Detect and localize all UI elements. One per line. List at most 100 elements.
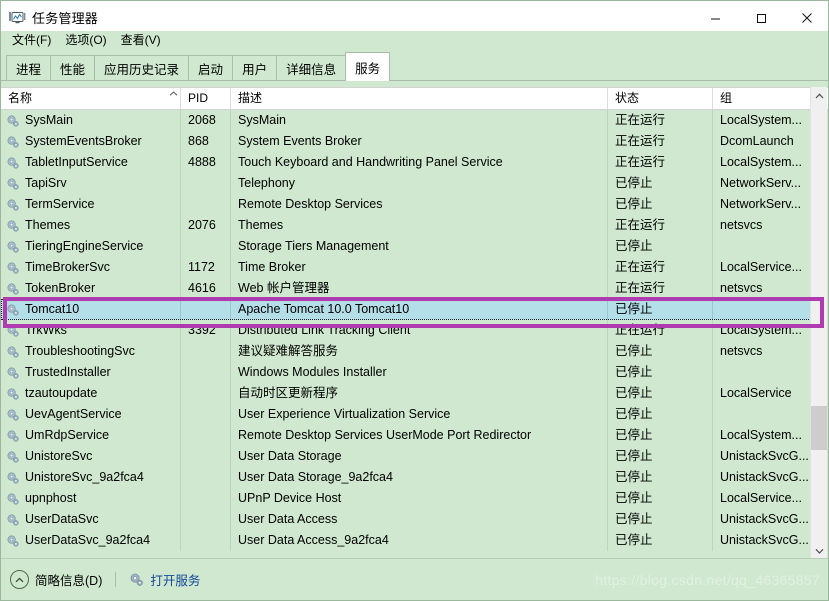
task-manager-window: 任务管理器 文件(F) 选项(O) 查看(V) 进程 性能 应用历史记录 启动 … — [0, 0, 829, 601]
table-row-selected[interactable]: Tomcat10 Apache Tomcat 10.0 Tomcat10 已停止 — [1, 299, 813, 320]
tab-4[interactable]: 用户 — [232, 55, 278, 81]
minimize-button[interactable] — [692, 1, 738, 35]
tab-6[interactable]: 服务 — [345, 52, 391, 81]
cell-desc: SysMain — [231, 110, 608, 131]
cell-group: LocalService — [720, 386, 792, 400]
tab-0[interactable]: 进程 — [6, 55, 52, 81]
cell-group: LocalService... — [720, 260, 802, 274]
table-row[interactable]: TermService Remote Desktop Services 已停止 Net… — [1, 194, 813, 215]
table-row[interactable]: TimeBrokerSvc 1172 Time Broker 正在运行 LocalSer… — [1, 257, 813, 278]
tab-3[interactable]: 启动 — [188, 55, 234, 81]
cell-desc: Touch Keyboard and Handwriting Panel Ser… — [231, 152, 608, 173]
open-services-label[interactable]: 打开服务 — [150, 570, 200, 589]
service-gear-icon — [6, 492, 20, 506]
column-header-group[interactable]: 组 — [713, 88, 813, 109]
table-row[interactable]: UserDataSvc_9a2fca4 User Data Access_9a2f… — [1, 530, 813, 551]
cell-pid: 4616 — [181, 278, 231, 299]
services-gear-icon — [129, 572, 144, 587]
cell-desc: 建议疑难解答服务 — [231, 341, 608, 362]
scroll-up-arrow[interactable] — [811, 87, 827, 105]
table-row[interactable]: TokenBroker 4616 Web 帐户管理器 正在运行 netsvcs — [1, 278, 813, 299]
tab-label: 性能 — [60, 63, 86, 77]
cell-name: UevAgentService — [1, 404, 181, 425]
menu-item-0[interactable]: 文件(F) — [5, 31, 58, 49]
column-header-desc[interactable]: 描述 — [231, 88, 608, 109]
table-row[interactable]: UnistoreSvc User Data Storage 已停止 UnistackS… — [1, 446, 813, 467]
table-row[interactable]: SysMain 2068 SysMain 正在运行 LocalSystem... — [1, 110, 813, 131]
cell-status: 已停止 — [608, 173, 713, 194]
table-row[interactable]: SystemEventsBroker 868 System Events Broke… — [1, 131, 813, 152]
services-table[interactable]: SysMain 2068 SysMain 正在运行 LocalSystem... Syst… — [1, 110, 813, 560]
cell-desc: Time Broker — [231, 257, 608, 278]
cell-group: UnistackSvcG... — [720, 512, 809, 526]
table-row[interactable]: TroubleshootingSvc 建议疑难解答服务 已停止 netsvcs — [1, 341, 813, 362]
cell-name: TokenBroker — [1, 278, 181, 299]
table-row[interactable]: UmRdpService Remote Desktop Services User… — [1, 425, 813, 446]
service-gear-icon — [6, 324, 20, 338]
table-row[interactable]: UnistoreSvc_9a2fca4 User Data Storage_9a2… — [1, 467, 813, 488]
cell-desc: Windows Modules Installer — [231, 362, 608, 383]
cell-desc: User Data Access — [231, 509, 608, 530]
menu-item-2[interactable]: 查看(V) — [114, 31, 168, 49]
cell-status: 已停止 — [608, 194, 713, 215]
open-services-button[interactable]: 打开服务 — [129, 570, 200, 589]
fewer-details-button[interactable]: 简略信息(D) — [10, 570, 102, 589]
tab-5[interactable]: 详细信息 — [276, 55, 347, 81]
table-row[interactable]: upnphost UPnP Device Host 已停止 LocalService.… — [1, 488, 813, 509]
cell-pid — [181, 299, 231, 320]
tab-label: 启动 — [198, 63, 224, 77]
column-header-name[interactable]: 名称 — [1, 88, 181, 109]
cell-pid: 2068 — [181, 110, 231, 131]
cell-desc: 自动时区更新程序 — [231, 383, 608, 404]
table-row[interactable]: TrkWks 3392 Distributed Link Tracking Clie… — [1, 320, 813, 341]
cell-name: TimeBrokerSvc — [1, 257, 181, 278]
cell-name: Themes — [1, 215, 181, 236]
cell-name: UserDataSvc — [1, 509, 181, 530]
cell-desc: Storage Tiers Management — [231, 236, 608, 257]
service-gear-icon — [6, 219, 20, 233]
cell-desc: Web 帐户管理器 — [231, 278, 608, 299]
tab-1[interactable]: 性能 — [50, 55, 96, 81]
cell-name: UnistoreSvc — [1, 446, 181, 467]
column-header-label: 状态 — [615, 91, 640, 105]
table-row[interactable]: TabletInputService 4888 Touch Keyboard and… — [1, 152, 813, 173]
column-header-pid[interactable]: PID — [181, 88, 231, 109]
cell-group: UnistackSvcG... — [720, 533, 809, 547]
column-header-label: 描述 — [238, 91, 263, 105]
table-row[interactable]: UevAgentService User Experience Virtualiz… — [1, 404, 813, 425]
service-gear-icon — [6, 303, 20, 317]
table-row[interactable]: TapiSrv Telephony 已停止 NetworkServ... — [1, 173, 813, 194]
service-gear-icon — [6, 534, 20, 548]
column-header-label: 名称 — [8, 91, 33, 105]
maximize-button[interactable] — [738, 1, 784, 35]
cell-group: netsvcs — [720, 344, 763, 358]
close-button[interactable] — [784, 1, 828, 35]
scrollbar-thumb[interactable] — [811, 406, 827, 450]
cell-name: TabletInputService — [1, 152, 181, 173]
column-header-label: PID — [188, 91, 209, 105]
service-gear-icon — [6, 261, 20, 275]
menu-item-1[interactable]: 选项(O) — [58, 31, 113, 49]
vertical-scrollbar[interactable] — [810, 87, 827, 560]
service-gear-icon — [6, 282, 20, 296]
title-bar[interactable]: 任务管理器 — [1, 1, 828, 35]
tab-label: 进程 — [16, 63, 42, 77]
table-row[interactable]: TieringEngineService Storage Tiers Manage… — [1, 236, 813, 257]
column-header-status[interactable]: 状态 — [608, 88, 713, 109]
tab-label: 详细信息 — [286, 63, 337, 77]
status-bar: 简略信息(D) 打开服务 https://blog.csdn.net/qq_46… — [1, 558, 828, 600]
cell-name: TroubleshootingSvc — [1, 341, 181, 362]
table-row[interactable]: TrustedInstaller Windows Modules Installe… — [1, 362, 813, 383]
table-row[interactable]: tzautoupdate 自动时区更新程序 已停止 LocalService — [1, 383, 813, 404]
service-gear-icon — [6, 135, 20, 149]
chevron-down-icon — [815, 548, 823, 554]
cell-pid — [181, 446, 231, 467]
cell-name: UmRdpService — [1, 425, 181, 446]
cell-pid — [181, 383, 231, 404]
task-manager-icon — [8, 9, 26, 27]
tab-2[interactable]: 应用历史记录 — [94, 55, 190, 81]
table-row[interactable]: UserDataSvc User Data Access 已停止 UnistackSv… — [1, 509, 813, 530]
table-row[interactable]: Themes 2076 Themes 正在运行 netsvcs — [1, 215, 813, 236]
service-gear-icon — [6, 366, 20, 380]
cell-status: 已停止 — [608, 488, 713, 509]
